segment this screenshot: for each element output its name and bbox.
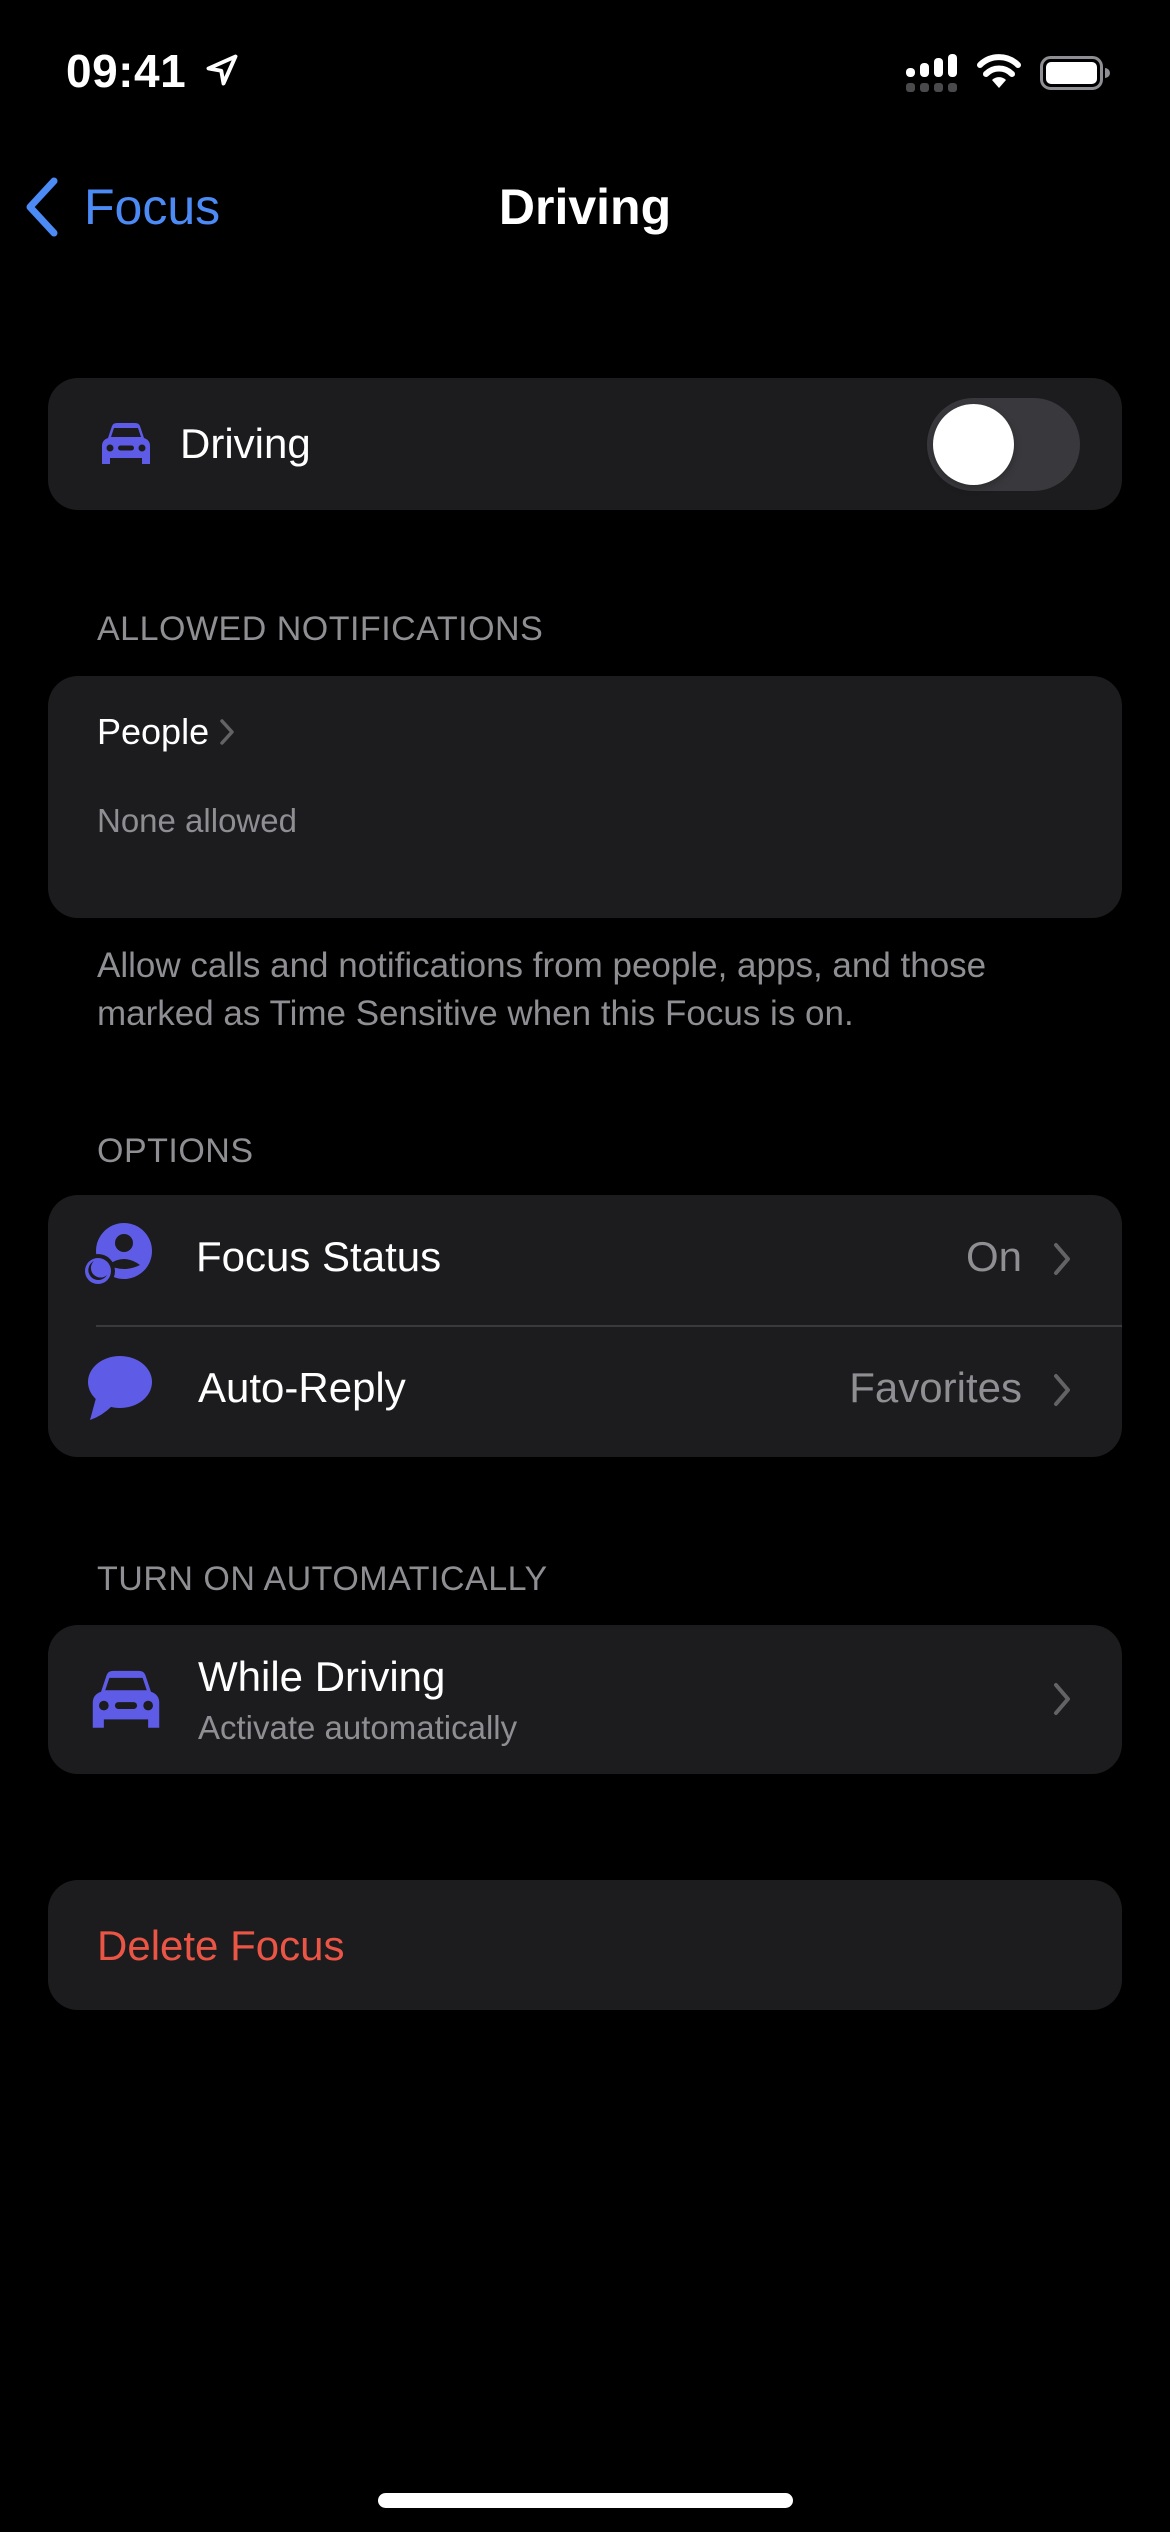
chevron-right-icon (1054, 1683, 1070, 1715)
car-icon (92, 1670, 160, 1728)
status-bar: 09:41 (0, 0, 1170, 140)
turn-on-automatically-header: TURN ON AUTOMATICALLY (97, 1560, 548, 1598)
auto-reply-value: Favorites (849, 1364, 1022, 1411)
focus-name-label: Driving (180, 420, 311, 467)
navigation-bar: Focus Driving (0, 160, 1170, 250)
options-header: OPTIONS (97, 1132, 254, 1170)
focus-enabled-toggle[interactable] (927, 398, 1080, 491)
while-driving-subtitle: Activate automatically (198, 1709, 518, 1746)
allowed-notifications-card: People None allowed (48, 676, 1122, 918)
options-card: Focus Status On Auto-Reply Favorites (48, 1195, 1122, 1457)
delete-focus-button[interactable]: Delete Focus (48, 1880, 1122, 2010)
allowed-notifications-header: ALLOWED NOTIFICATIONS (97, 610, 544, 648)
focus-status-row[interactable]: Focus Status On (48, 1195, 1122, 1327)
home-indicator[interactable] (378, 2493, 793, 2508)
chevron-right-icon (1054, 1374, 1070, 1406)
focus-status-icon (81, 1223, 152, 1288)
cellular-signal-icon (906, 54, 957, 92)
chevron-right-icon (1054, 1243, 1070, 1275)
toggle-knob (933, 404, 1014, 485)
focus-toggle-card: Driving (48, 378, 1122, 510)
people-allowed-value: None allowed (97, 802, 297, 839)
allowed-notifications-footer: Allow calls and notifications from peopl… (97, 946, 987, 1033)
car-icon (102, 423, 150, 464)
status-time: 09:41 (66, 45, 187, 97)
auto-reply-row[interactable]: Auto-Reply Favorites (48, 1326, 1122, 1457)
auto-reply-label: Auto-Reply (198, 1364, 406, 1411)
people-label: People (97, 711, 210, 752)
while-driving-title: While Driving (198, 1653, 446, 1700)
delete-focus-label: Delete Focus (97, 1922, 345, 1969)
people-link[interactable]: People (97, 711, 235, 753)
while-driving-row[interactable]: While Driving Activate automatically (48, 1625, 1122, 1774)
wifi-icon (977, 54, 1021, 88)
location-arrow-icon (206, 54, 238, 86)
focus-status-label: Focus Status (196, 1233, 442, 1280)
chevron-right-icon (220, 719, 234, 745)
speech-bubble-icon (88, 1356, 152, 1420)
focus-status-value: On (965, 1233, 1022, 1280)
battery-icon (1040, 56, 1110, 90)
page-title: Driving (498, 179, 672, 235)
